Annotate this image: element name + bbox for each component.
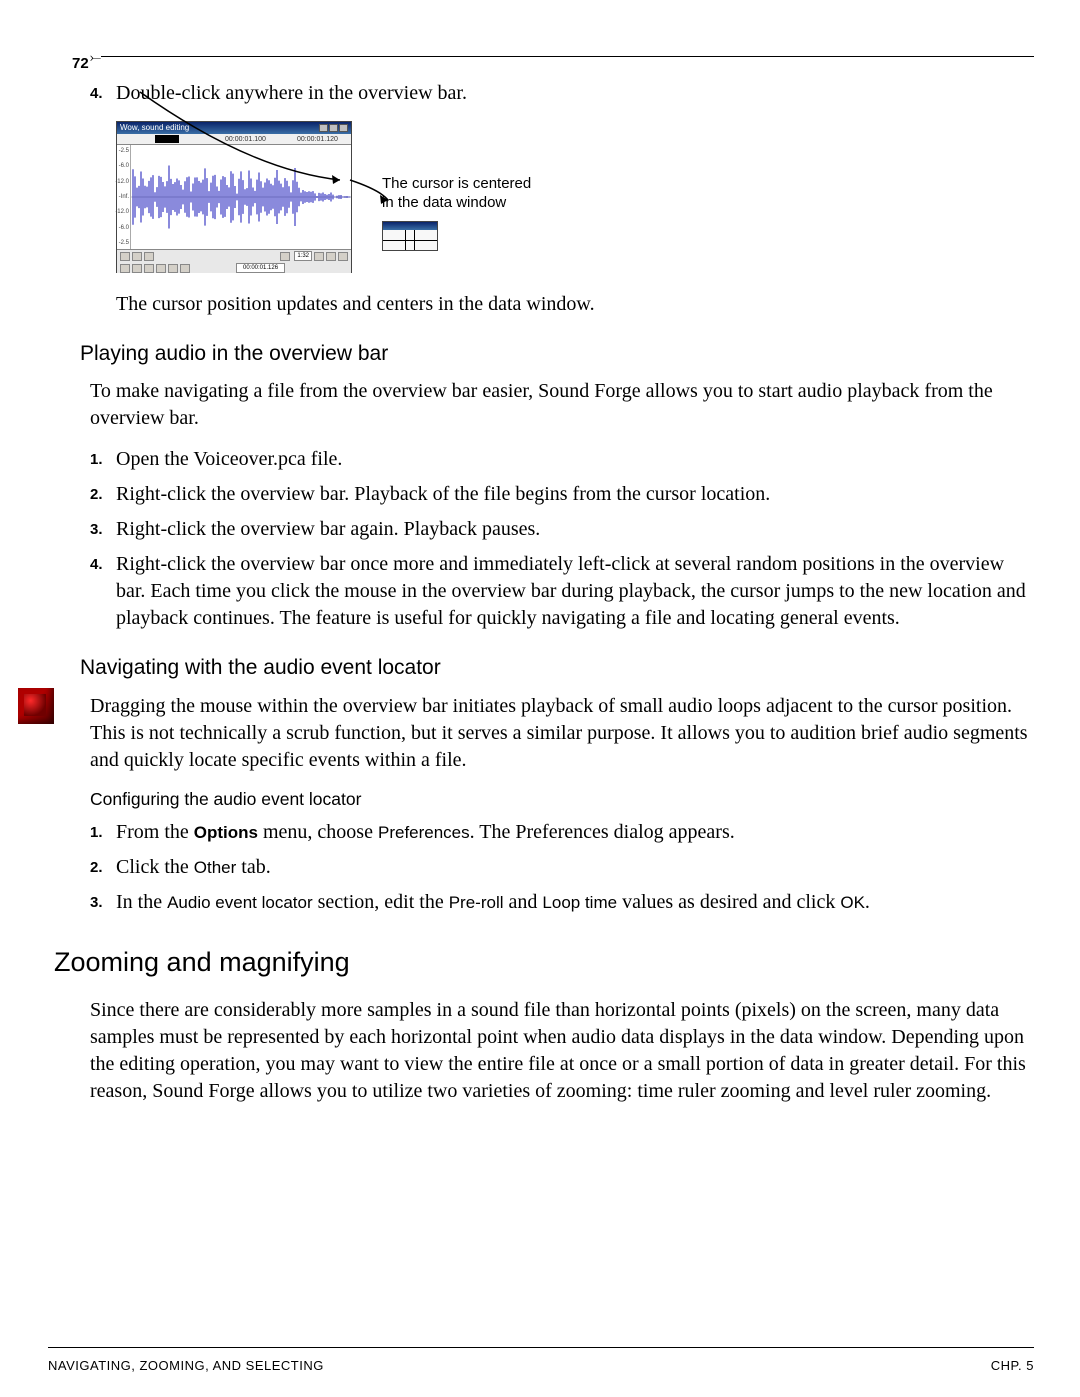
body-text: Dragging the mouse within the overview b… [90, 693, 1034, 774]
list-item: In the Audio event locator section, edit… [90, 889, 1034, 916]
toolbar-btn [326, 252, 336, 261]
toolbar-btn [132, 252, 142, 261]
t: values as desired and click [617, 891, 840, 913]
heading-navigating: Navigating with the audio event locator [80, 654, 1034, 682]
transport-btn [120, 264, 130, 273]
footer-chapter: CHP. 5 [991, 1358, 1034, 1373]
transport-btn [168, 264, 178, 273]
t: and [504, 891, 543, 913]
list-item: Right-click the overview bar again. Play… [90, 516, 1034, 543]
menu-options: Options [194, 823, 258, 842]
body-text: Since there are considerably more sample… [90, 997, 1034, 1105]
screenshot-titlebar: Wow, sound editing [117, 122, 351, 134]
screenshot-waveform-area: -2.5 -6.0 -12.0 -Inf. -12.0 -6.0 -2.5 [117, 145, 351, 249]
overview-selection [155, 135, 179, 143]
t: . [865, 891, 870, 913]
list-item: Click the Other tab. [90, 854, 1034, 881]
tab-other: Other [194, 858, 237, 877]
toolbar-btn [314, 252, 324, 261]
toolbar-btn [144, 252, 154, 261]
callout-line1: The cursor is centered [382, 175, 1034, 194]
toolbar-btn [338, 252, 348, 261]
heading-playing-audio: Playing audio in the overview bar [80, 340, 1034, 368]
intro-text: To make navigating a file from the overv… [90, 378, 1034, 432]
transport-btn [156, 264, 166, 273]
screenshot-overview-bar: 00:00:01.100 00:00:01.120 [117, 134, 351, 145]
t: . The Preferences dialog appears. [470, 821, 735, 843]
transport-btn [180, 264, 190, 273]
t: In the [116, 891, 167, 913]
screenshot-waveform-window: Wow, sound editing 00:00:01.100 00:00:01… [116, 121, 352, 273]
field-looptime: Loop time [542, 893, 617, 912]
heading-zooming: Zooming and magnifying [54, 944, 1034, 980]
subheading-configuring: Configuring the audio event locator [90, 788, 1034, 812]
ytick: -12.0 [115, 178, 129, 186]
list-item: Right-click the overview bar once more a… [90, 551, 1034, 632]
menu-preferences: Preferences [378, 823, 470, 842]
list-item: Open the Voiceover.pca file. [90, 446, 1034, 473]
t: tab. [236, 856, 270, 878]
toolbar-btn [280, 252, 290, 261]
t: Click the [116, 856, 194, 878]
t: section, edit the [313, 891, 449, 913]
section-ael: Audio event locator [167, 893, 313, 912]
button-ok: OK [840, 893, 865, 912]
ytick: -2.5 [119, 239, 129, 247]
page-number-decoration: ⤚ [90, 51, 101, 67]
list-item: From the Options menu, choose Preference… [90, 819, 1034, 846]
screenshot-title: Wow, sound editing [120, 123, 189, 134]
t: From the [116, 821, 194, 843]
field-preroll: Pre-roll [449, 893, 504, 912]
ruler-time-2: 00:00:01.120 [297, 135, 338, 144]
callout: The cursor is centered in the data windo… [382, 121, 1034, 251]
zoom-level: 1:32 [294, 251, 312, 261]
list-item: Right-click the overview bar. Playback o… [90, 481, 1034, 508]
transport-btn [132, 264, 142, 273]
figure-row: Wow, sound editing 00:00:01.100 00:00:01… [116, 121, 1034, 273]
waveform [131, 145, 351, 249]
ytick: -6.0 [119, 224, 129, 232]
callout-line2: in the data window [382, 194, 1034, 213]
t: menu, choose [258, 821, 378, 843]
ytick: -12.0 [115, 208, 129, 216]
figure-caption: The cursor position updates and centers … [116, 291, 1034, 318]
screenshot-status-bar: 1:32 00:00:01.126 [117, 249, 351, 273]
footer-section: NAVIGATING, ZOOMING, AND SELECTING [48, 1358, 324, 1373]
time-display: 00:00:01.126 [236, 263, 285, 273]
ytick: -6.0 [119, 162, 129, 170]
transport-btn [144, 264, 154, 273]
margin-marker-icon [18, 688, 54, 724]
step-4: Double-click anywhere in the overview ba… [90, 80, 1034, 107]
y-axis: -2.5 -6.0 -12.0 -Inf. -12.0 -6.0 -2.5 [117, 145, 131, 249]
window-buttons [319, 124, 348, 132]
toolbar-btn [120, 252, 130, 261]
mini-window [382, 221, 438, 251]
ytick: -Inf. [119, 193, 129, 201]
ytick: -2.5 [119, 147, 129, 155]
ruler-time-1: 00:00:01.100 [225, 135, 266, 144]
